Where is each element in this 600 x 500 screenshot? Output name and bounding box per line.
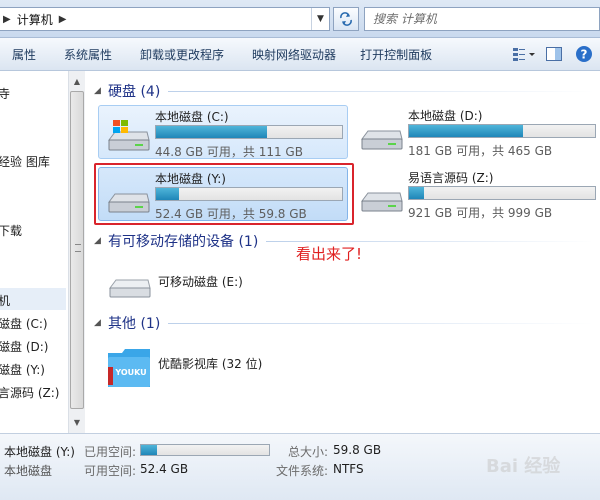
help-icon: ?	[576, 46, 592, 62]
drive-usage-bar	[408, 124, 596, 138]
drive-name: 易语言源码 (Z:)	[408, 171, 494, 185]
drive-capacity-text: 921 GB 可用，共 999 GB	[408, 206, 553, 220]
drive-capacity-text: 44.8 GB 可用，共 111 GB	[155, 145, 303, 159]
nav-item-drive-y[interactable]: 磁盘 (Y:)	[0, 361, 45, 378]
uninstall-program-button[interactable]: 卸载或更改程序	[122, 42, 234, 66]
details-free-value: 52.4 GB	[140, 462, 189, 476]
nav-item-computer[interactable]: 机	[0, 292, 10, 309]
change-view-button[interactable]	[512, 42, 536, 66]
drive-usage-bar	[155, 125, 343, 139]
preview-pane-button[interactable]	[542, 42, 566, 66]
address-bar-region: ▶ 计算机 ▶ ▼	[0, 0, 600, 38]
breadcrumb-computer[interactable]: 计算机	[17, 11, 53, 28]
map-network-drive-button[interactable]: 映射网络驱动器	[234, 42, 346, 66]
youku-logo-text: YOUKU	[114, 368, 146, 377]
command-bar: 属性 系统属性 卸载或更改程序 映射网络驱动器 打开控制面板 ?	[0, 38, 600, 71]
preview-pane-icon	[546, 47, 562, 61]
view-icon	[513, 48, 535, 61]
drive-usage-bar	[408, 186, 596, 200]
address-dropdown-icon[interactable]: ▼	[311, 8, 329, 30]
scrollbar-grip-icon	[75, 244, 81, 252]
breadcrumb-arrow-icon[interactable]: ▶	[59, 14, 67, 25]
help-button[interactable]: ?	[572, 42, 596, 66]
youku-folder-icon: YOUKU	[108, 349, 150, 387]
group-divider	[168, 90, 594, 92]
drive-usage-fill	[409, 187, 424, 199]
refresh-button[interactable]	[333, 7, 359, 31]
annotation-text: 看出来了!	[296, 245, 363, 263]
svg-text:?: ?	[581, 48, 588, 62]
drive-tile-d[interactable]: 本地磁盘 (D:) 181 GB 可用，共 465 GB	[352, 105, 600, 159]
system-properties-button[interactable]: 系统属性	[46, 42, 122, 66]
collapse-triangle-icon[interactable]: ◢	[94, 86, 108, 96]
content-pane: ◢ 硬盘 (4) 本地磁盘 (C:) 44.8 GB 可用，共 111 GB 本…	[86, 71, 600, 433]
search-box[interactable]	[364, 7, 600, 31]
highlight-annotation-box	[94, 163, 354, 225]
group-header-other[interactable]: ◢ 其他 (1)	[94, 313, 594, 333]
drive-name: 本地磁盘 (C:)	[155, 110, 229, 124]
drive-usage-fill	[409, 125, 523, 137]
group-title: 其他 (1)	[108, 316, 161, 332]
breadcrumb-arrow-icon[interactable]: ▶	[3, 14, 11, 25]
hard-drive-icon	[361, 130, 403, 150]
youku-library-tile[interactable]: YOUKU 优酷影视库 (32 位)	[102, 341, 352, 391]
open-control-panel-button[interactable]: 打开控制面板	[346, 42, 442, 66]
drive-usage-fill	[156, 126, 267, 138]
scrollbar-thumb[interactable]	[70, 91, 84, 409]
system-drive-icon	[108, 120, 150, 151]
removable-drive-icon	[109, 279, 151, 298]
details-pane: 本地磁盘 (Y:) 本地磁盘 已用空间: 可用空间: 52.4 GB 总大小: …	[0, 433, 600, 500]
details-used-label: 已用空间:	[84, 445, 137, 459]
baidu-watermark-logo: Bai 经验	[486, 455, 561, 477]
details-total-value: 59.8 GB	[333, 443, 382, 457]
details-drive-type: 本地磁盘	[4, 464, 53, 478]
nav-item-partial[interactable]: 寺	[0, 85, 10, 102]
details-fs-value: NTFS	[333, 462, 364, 476]
details-total-label: 总大小:	[288, 445, 329, 459]
nav-item-downloads[interactable]: 下载	[0, 222, 22, 239]
nav-item-drive-c[interactable]: 磁盘 (C:)	[0, 315, 48, 332]
drive-tile-c[interactable]: 本地磁盘 (C:) 44.8 GB 可用，共 111 GB	[98, 105, 348, 159]
address-bar[interactable]: ▶ 计算机 ▶ ▼	[0, 7, 330, 31]
removable-drive-name: 可移动磁盘 (E:)	[158, 275, 243, 289]
youku-library-name: 优酷影视库 (32 位)	[158, 357, 263, 371]
scroll-down-icon[interactable]: ▼	[69, 414, 85, 431]
hard-drive-icon	[361, 192, 403, 212]
group-divider	[168, 322, 594, 324]
group-header-hard-disks[interactable]: ◢ 硬盘 (4)	[94, 81, 594, 101]
group-title: 硬盘 (4)	[108, 84, 161, 100]
drive-capacity-text: 181 GB 可用，共 465 GB	[408, 144, 553, 158]
drive-name: 本地磁盘 (D:)	[408, 109, 483, 123]
details-free-label: 可用空间:	[84, 464, 137, 478]
details-usage-bar	[140, 444, 270, 456]
search-input[interactable]	[365, 8, 599, 30]
group-title: 有可移动存储的设备 (1)	[108, 234, 259, 250]
watermark-text: Bai 经验	[486, 455, 561, 477]
drive-tile-z[interactable]: 易语言源码 (Z:) 921 GB 可用，共 999 GB	[352, 167, 600, 221]
details-fs-label: 文件系统:	[276, 464, 329, 478]
group-divider	[266, 240, 594, 242]
details-drive-name: 本地磁盘 (Y:)	[4, 445, 75, 459]
collapse-triangle-icon[interactable]: ◢	[94, 318, 108, 328]
navigation-pane[interactable]: 寺 经验 图库 下载 机 磁盘 (C:) 磁盘 (D:) 磁盘 (Y:) 言源码…	[0, 71, 68, 433]
refresh-icon	[340, 12, 352, 26]
removable-drive-tile-e[interactable]: 可移动磁盘 (E:)	[102, 269, 352, 303]
scroll-up-icon[interactable]: ▲	[69, 73, 85, 90]
nav-item-drive-d[interactable]: 磁盘 (D:)	[0, 338, 48, 355]
details-usage-fill	[141, 445, 157, 455]
toolbar-right-group: ?	[512, 42, 596, 66]
nav-scrollbar[interactable]: ▲ ▼	[68, 71, 85, 433]
nav-item-experience-gallery[interactable]: 经验 图库	[0, 153, 50, 170]
nav-item-drive-z[interactable]: 言源码 (Z:)	[0, 384, 59, 401]
properties-button[interactable]: 属性	[0, 42, 46, 66]
collapse-triangle-icon[interactable]: ◢	[94, 236, 108, 246]
